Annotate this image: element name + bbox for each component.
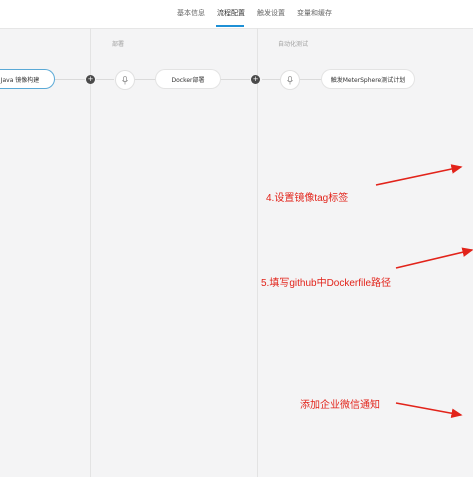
task-metersphere-test-label: 触发MeterSphere测试计划 (330, 76, 406, 84)
add-stage-button[interactable]: + (86, 75, 95, 84)
arrow-tag (375, 164, 463, 186)
task-docker-deploy[interactable]: Docker部署 (156, 70, 220, 88)
annotation-set-image-tag: 4.设置镜像tag标签 (266, 193, 349, 204)
task-java-image-build-label: Java 镜像构建 (0, 76, 40, 84)
connector-line (262, 79, 280, 80)
connector-line (55, 79, 85, 80)
stage-divider (90, 28, 91, 477)
connector-line (96, 79, 114, 80)
task-java-image-build[interactable]: Java 镜像构建 (0, 70, 54, 88)
annotation-dockerfile-path: 5.填写github中Dockerfile路径 (261, 278, 392, 289)
stage-node-deploy[interactable] (116, 71, 134, 89)
task-metersphere-test[interactable]: 触发MeterSphere测试计划 (322, 70, 414, 88)
annotation-wechat-notify: 添加企业微信通知 (300, 400, 380, 411)
tab-variables-cache[interactable]: 变量和缓存 (297, 8, 332, 18)
arrow-wechat (395, 402, 463, 418)
active-tab-indicator (216, 25, 244, 27)
stage-label-autotest: 自动化测试 (278, 41, 309, 48)
tab-trigger-settings[interactable]: 触发设置 (257, 8, 285, 18)
stage-label-deploy: 部署 (112, 41, 125, 48)
arrow-dockerfile (395, 247, 473, 269)
stage-divider (257, 28, 258, 477)
tab-pipeline-config[interactable]: 流程配置 (217, 8, 245, 18)
microphone-icon (286, 75, 294, 84)
stage-node-autotest[interactable] (281, 71, 299, 89)
microphone-icon (121, 75, 129, 84)
connector-line (300, 79, 322, 80)
top-nav: 基本信息 流程配置 触发设置 变量和缓存 (0, 0, 473, 29)
connector-line (134, 79, 156, 80)
connector-line (220, 79, 250, 80)
tab-basic-info[interactable]: 基本信息 (177, 8, 205, 18)
task-docker-deploy-label: Docker部署 (171, 76, 205, 84)
add-stage-button[interactable]: + (251, 75, 260, 84)
